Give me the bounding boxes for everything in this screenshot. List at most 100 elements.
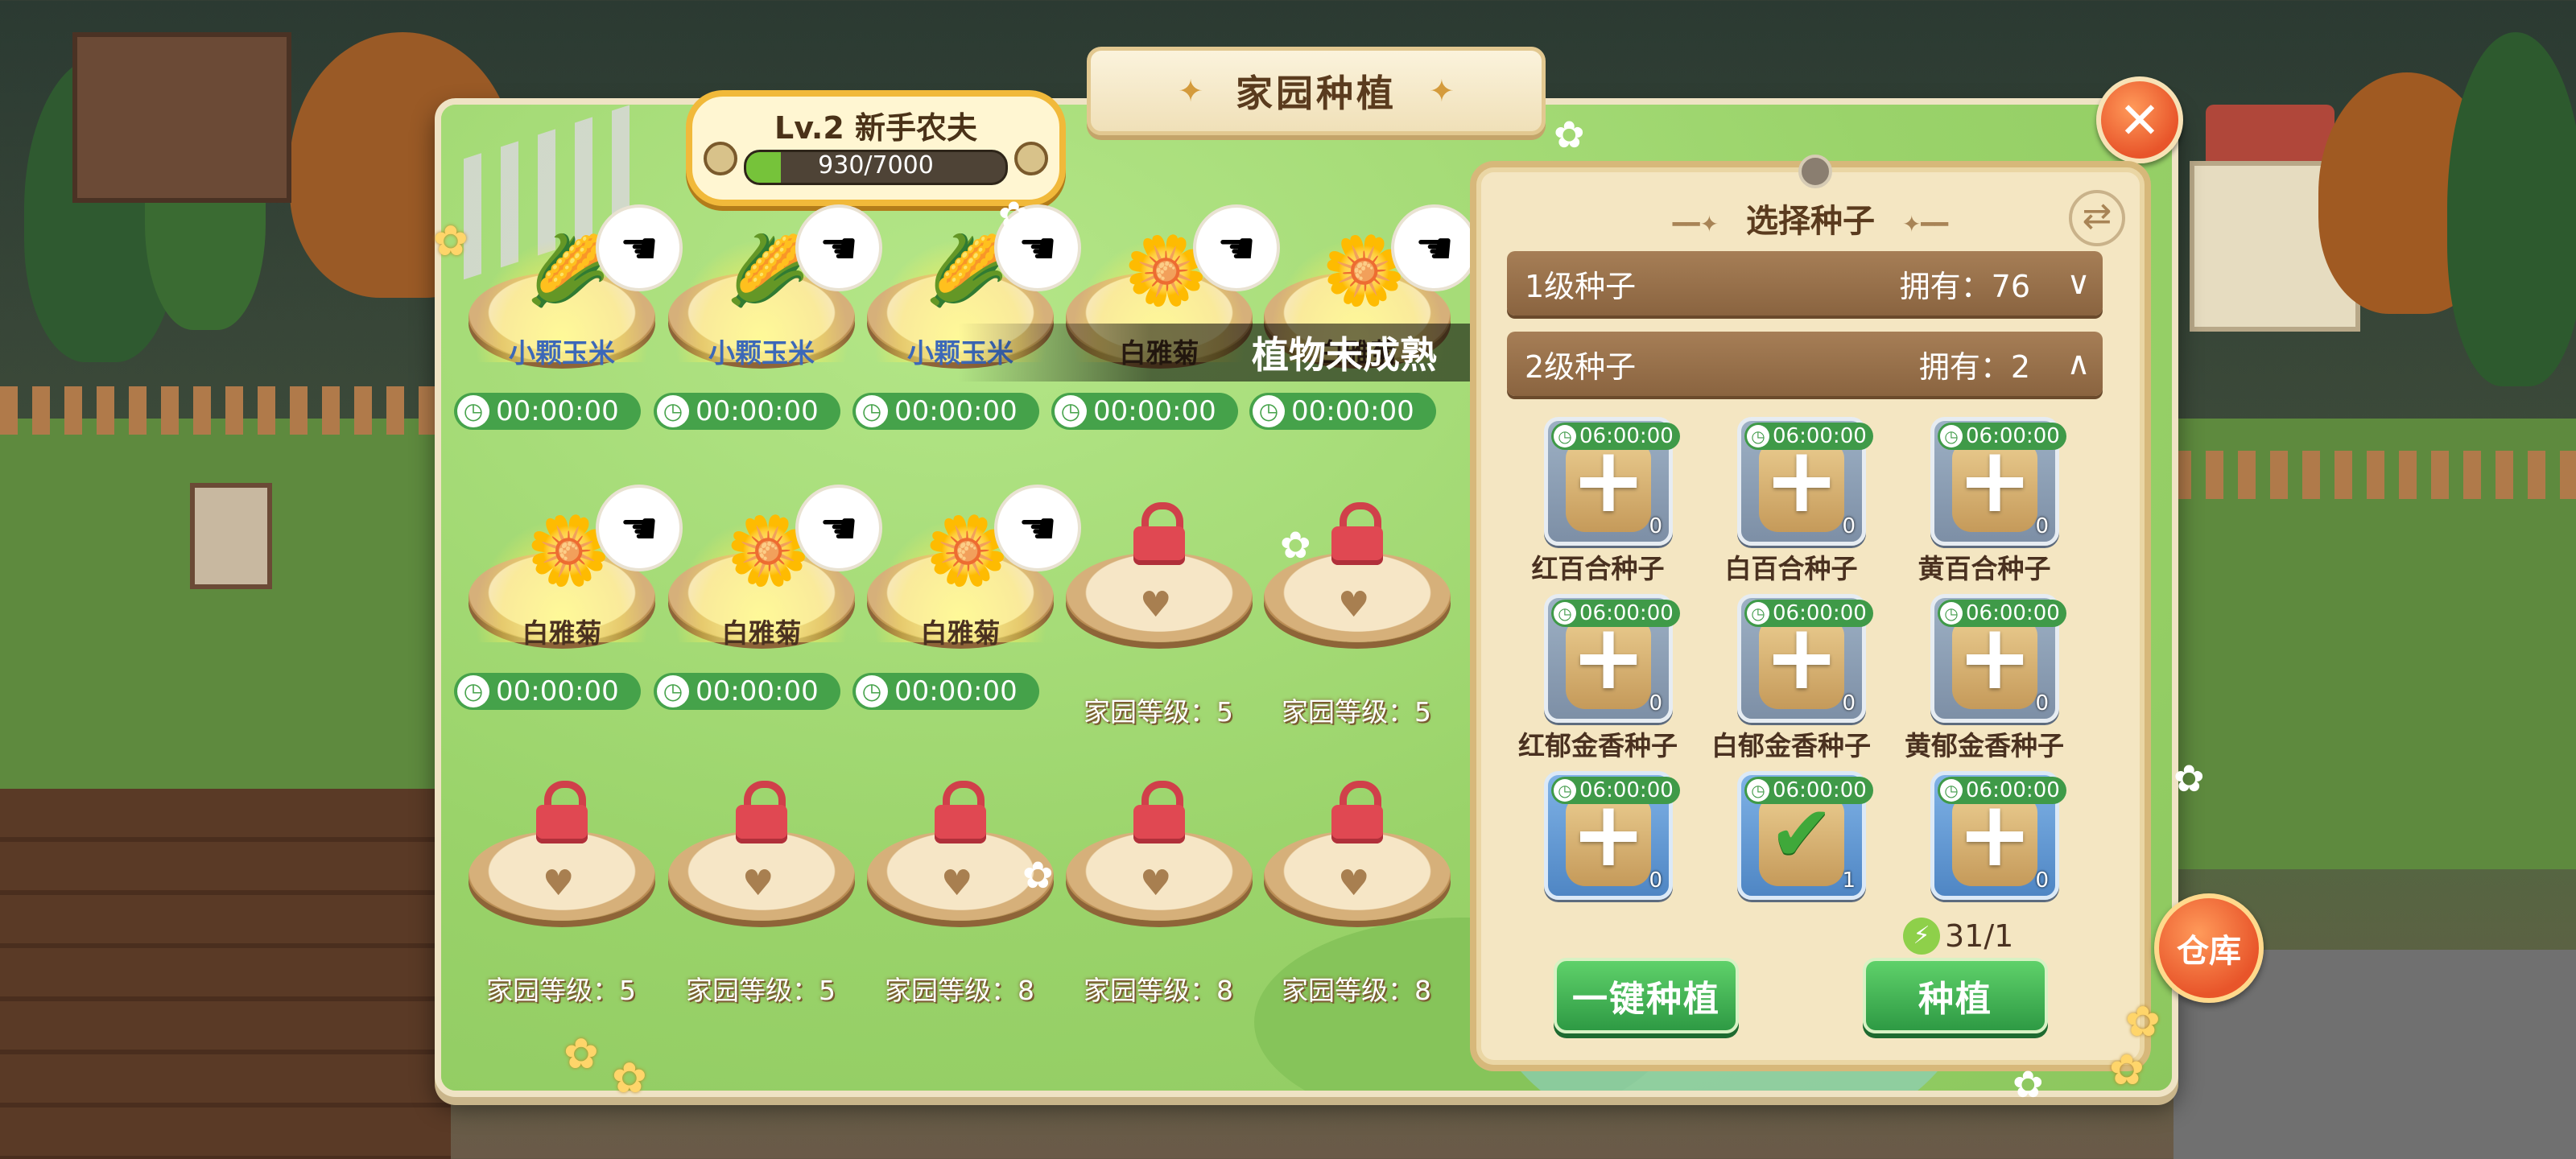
clock-icon: ◷: [1554, 602, 1576, 625]
seed-count: 0: [1842, 514, 1856, 538]
seed-count: 0: [2035, 691, 2049, 716]
plot-timer: ◷ 00:00:00: [654, 673, 840, 710]
chevron-down-icon: ∨: [2066, 265, 2091, 302]
clock-icon: ◷: [1940, 425, 1963, 448]
energy-icon: ⚡: [1903, 918, 1940, 955]
heart-icon: ♥: [1140, 584, 1172, 625]
plant-button[interactable]: 种植: [1863, 958, 2048, 1033]
clock-icon: ◷: [1940, 779, 1963, 802]
plot-corn[interactable]: 🌽☚小颗玉米: [668, 204, 882, 378]
seed-item[interactable]: + ◷ 06:00:00 0 白郁金香种子: [1695, 594, 1887, 771]
petal-icon: ✿: [1022, 853, 1054, 897]
seed-timer-value: 06:00:00: [1966, 778, 2060, 802]
plot-timer: ◷ 00:00:00: [852, 393, 1039, 430]
lock-icon: [1331, 502, 1383, 565]
seed-timer-value: 06:00:00: [1579, 601, 1674, 625]
seed-timer: ◷ 06:00:00: [1938, 423, 2066, 450]
ornament-icon: ✦━━: [1901, 211, 1949, 237]
seed-count: 0: [2035, 868, 2049, 893]
category-label: 1级种子: [1525, 268, 1637, 304]
pin-icon: [1798, 155, 1832, 188]
heart-icon: ♥: [543, 863, 575, 904]
clock-icon: ◷: [1554, 425, 1576, 448]
flower-icon: ✿: [612, 1054, 647, 1103]
category-owned: 拥有：2: [1918, 349, 2030, 385]
seed-item[interactable]: + ◷ 06:00:00 0 红百合种子: [1502, 417, 1694, 594]
plot-crop-name: 白雅菊: [920, 617, 1001, 649]
title-banner: ✦ 家园种植 ✦: [1087, 47, 1546, 135]
warehouse-button[interactable]: 仓库: [2154, 893, 2264, 1003]
timer-value: 00:00:00: [696, 675, 819, 707]
energy-value: 31/1: [1945, 918, 2014, 954]
star-icon: ✦: [1178, 73, 1203, 109]
seed-timer: ◷ 06:00:00: [1551, 777, 1680, 804]
plot-daisy[interactable]: 🌼☚白雅菊: [469, 485, 683, 658]
seed-count: 1: [1842, 868, 1856, 893]
seed-timer-value: 06:00:00: [1579, 424, 1674, 448]
plot-crop-name: 小颗玉米: [509, 337, 615, 369]
seed-panel-title: 选择种子: [1746, 203, 1875, 240]
seed-timer: ◷ 06:00:00: [1744, 600, 1873, 627]
xp-bar: 930/7000: [744, 150, 1008, 185]
seed-category-level2[interactable]: 2级种子 拥有：2 ∧: [1507, 332, 2103, 396]
swap-icon[interactable]: ⇄: [2069, 190, 2125, 246]
clock-icon: ◷: [657, 395, 689, 427]
category-label: 2级种子: [1525, 349, 1637, 385]
seed-name: 黄郁金香种子: [1905, 730, 2064, 761]
heart-icon: ♥: [1338, 584, 1370, 625]
flower-icon: ✿: [2109, 1046, 2145, 1095]
ornament-icon: ━━✦: [1672, 211, 1719, 237]
seed-item[interactable]: + ◷ 06:00:00 0 黄郁金香种子: [1889, 594, 2080, 771]
timer-value: 00:00:00: [696, 395, 819, 427]
timer-value: 00:00:00: [1291, 395, 1414, 427]
seed-item[interactable]: + ◷ 06:00:00 0 黄百合种子: [1889, 417, 2080, 594]
harvest-hand-icon[interactable]: ☚: [1391, 204, 1478, 291]
unlock-requirement: 家园等级：8: [1282, 975, 1431, 1006]
seed-name: 红百合种子: [1531, 553, 1665, 584]
clock-icon: ◷: [856, 395, 888, 427]
seed-name: 白郁金香种子: [1711, 730, 1871, 761]
seed-name: 白百合种子: [1724, 553, 1858, 584]
unlock-requirement: 家园等级：5: [1282, 696, 1431, 728]
clock-icon: ◷: [856, 675, 888, 707]
seed-timer-value: 06:00:00: [1773, 778, 1867, 802]
clock-icon: ◷: [1253, 395, 1285, 427]
plot-locked[interactable]: ♥: [469, 781, 655, 937]
plot-locked[interactable]: ♥: [668, 781, 855, 937]
category-owned: 拥有：76: [1899, 268, 2030, 304]
clock-icon: ◷: [1055, 395, 1087, 427]
clock-icon: ◷: [657, 675, 689, 707]
plot-timer: ◷ 00:00:00: [852, 673, 1039, 710]
lock-icon: [1133, 781, 1185, 843]
unlock-requirement: 家园等级：8: [1084, 975, 1233, 1006]
petal-icon: ✿: [1554, 113, 1585, 156]
star-icon: ✦: [1429, 73, 1455, 109]
seed-timer-value: 06:00:00: [1966, 424, 2060, 448]
lock-icon: [536, 781, 588, 843]
seed-item[interactable]: + ◷ 06:00:00 0 红郁金香种子: [1502, 594, 1694, 771]
seed-timer-value: 06:00:00: [1966, 601, 2060, 625]
plot-daisy[interactable]: 🌼☚白雅菊: [668, 485, 882, 658]
unlock-requirement: 家园等级：5: [686, 975, 836, 1006]
page-title: 家园种植: [1236, 72, 1397, 115]
petal-icon: ✿: [998, 193, 1030, 237]
seed-panel: ━━✦ 选择种子 ✦━━ ⇄ 1级种子 拥有：76 ∨ 2级种子 拥有：2 ∧ …: [1470, 155, 2151, 1071]
plot-locked[interactable]: ♥: [1066, 781, 1253, 937]
heart-icon: ♥: [941, 863, 973, 904]
unlock-requirement: 家园等级：8: [885, 975, 1034, 1006]
timer-value: 00:00:00: [496, 675, 619, 707]
seed-category-level1[interactable]: 1级种子 拥有：76 ∨: [1507, 251, 2103, 316]
plot-corn[interactable]: 🌽☚小颗玉米: [469, 204, 683, 378]
plot-timer: ◷ 00:00:00: [654, 393, 840, 430]
timer-value: 00:00:00: [894, 395, 1018, 427]
seed-item[interactable]: ✔ ◷ 06:00:00 1: [1695, 771, 1887, 948]
knob-icon: [704, 142, 737, 175]
plot-daisy[interactable]: 🌼☚白雅菊: [867, 485, 1081, 658]
close-button[interactable]: ✕: [2096, 76, 2183, 163]
petal-icon: ✿: [2013, 1062, 2044, 1106]
seed-item[interactable]: + ◷ 06:00:00 0 白百合种子: [1695, 417, 1887, 594]
seed-item[interactable]: + ◷ 06:00:00 0: [1502, 771, 1694, 948]
plant-all-button[interactable]: 一键种植: [1554, 958, 1739, 1033]
plot-locked[interactable]: ♥: [1066, 502, 1253, 658]
plot-locked[interactable]: ♥: [1264, 781, 1451, 937]
